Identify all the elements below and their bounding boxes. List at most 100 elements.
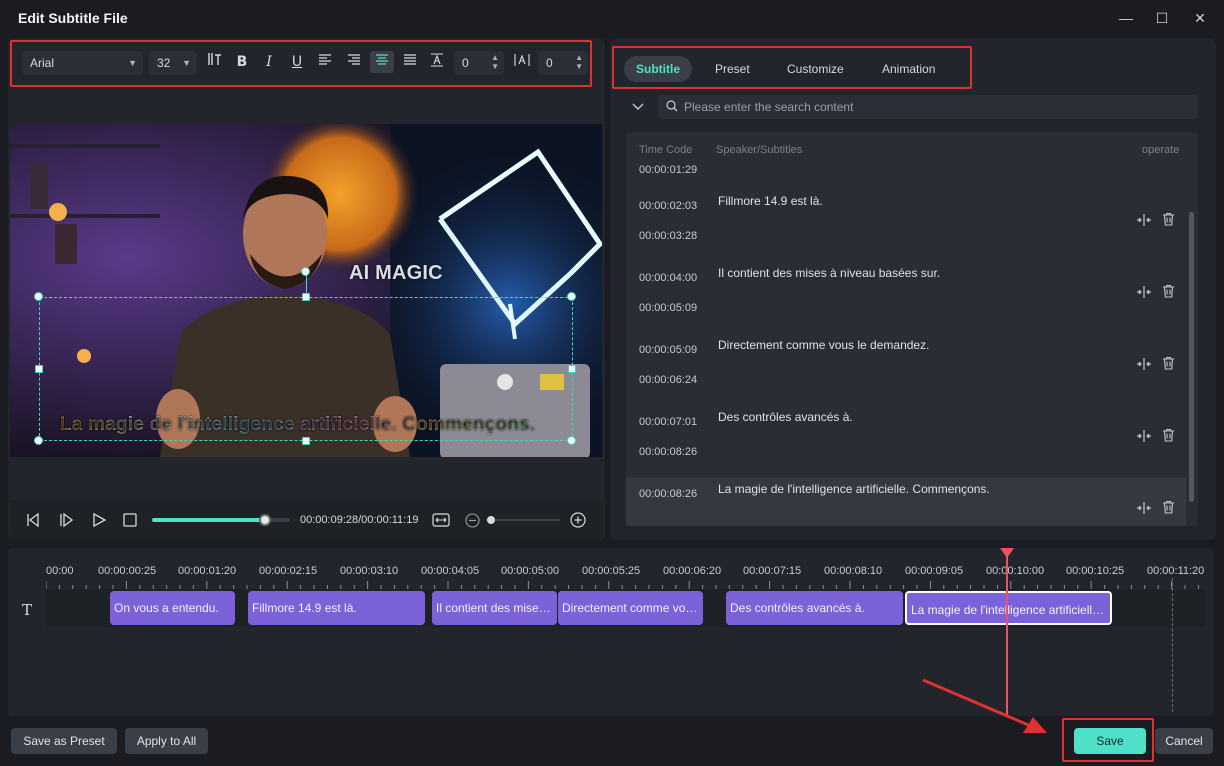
play-icon[interactable] — [91, 512, 107, 531]
row-subtitle-text[interactable]: La magie de l'intelligence artificielle.… — [718, 482, 990, 496]
underline-icon[interactable]: U — [287, 51, 307, 73]
next-frame-icon[interactable] — [58, 512, 74, 531]
subtitle-clip[interactable]: Fillmore 14.9 est là. — [248, 591, 425, 625]
align-justify-icon[interactable] — [400, 51, 420, 73]
row-start-time[interactable]: 00:00:04:00 — [639, 272, 697, 284]
tab-subtitle[interactable]: Subtitle — [624, 56, 692, 82]
bold-icon[interactable]: B — [232, 51, 252, 73]
ruler-label: 00:00:01:20 — [178, 565, 237, 577]
subtitle-clip[interactable]: On vous a entendu. — [110, 591, 235, 625]
row-start-time[interactable]: 00:00:08:26 — [639, 488, 697, 500]
ruler-label: 00:00 — [46, 565, 74, 577]
delete-icon[interactable] — [1162, 428, 1175, 445]
stop-icon[interactable] — [123, 513, 137, 530]
split-icon[interactable] — [1136, 213, 1152, 230]
minimize-button[interactable]: — — [1115, 8, 1137, 28]
subtitle-clip[interactable]: La magie de l'intelligence artificielle.… — [905, 591, 1112, 625]
row-start-time[interactable]: 00:00:05:09 — [639, 344, 697, 356]
playhead-handle[interactable] — [1000, 548, 1014, 558]
subtitle-row[interactable]: 00:00:05:09 00:00:06:24 Directement comme … — [626, 334, 1186, 406]
resize-handle-bottom[interactable] — [302, 437, 310, 445]
resize-handle-tl[interactable] — [34, 292, 43, 301]
search-placeholder: Please enter the search content — [684, 100, 854, 114]
save-button[interactable]: Save — [1074, 728, 1146, 754]
search-input[interactable]: Please enter the search content — [658, 95, 1198, 119]
fit-screen-icon[interactable] — [432, 512, 450, 531]
row-subtitle-text[interactable]: Directement comme vous le demandez. — [718, 338, 929, 352]
end-marker — [1172, 578, 1173, 712]
text-baseline-icon[interactable] — [427, 51, 447, 73]
align-left-icon[interactable] — [315, 51, 335, 73]
subtitle-row[interactable]: 00:00:04:00 00:00:05:09 Il contient des mi… — [626, 262, 1186, 334]
stepper-icon[interactable]: ▲ ▼ — [491, 53, 499, 71]
resize-handle-right[interactable] — [568, 365, 576, 373]
subtitle-preview-text[interactable]: La magie de l'intelligence artificielle.… — [60, 414, 535, 436]
overlay-title-text: AI MAGIC — [349, 262, 443, 284]
maximize-button[interactable]: ☐ — [1151, 8, 1173, 28]
row-start-time[interactable]: 00:00:02:03 — [639, 200, 697, 212]
split-icon[interactable] — [1136, 285, 1152, 302]
delete-icon[interactable] — [1162, 284, 1175, 301]
letter-spacing-input[interactable]: 0 ▲ ▼ — [454, 51, 504, 75]
subtitle-row[interactable]: 00:00:07:01 00:00:08:26 Des contrôles avan… — [626, 406, 1186, 478]
ruler-label: 00:00:11:20 — [1147, 565, 1205, 577]
zoom-out-icon[interactable] — [465, 513, 480, 531]
split-icon[interactable] — [1136, 501, 1152, 518]
chevron-down-icon: ▼ — [182, 58, 191, 68]
subtitle-clip[interactable]: Il contient des mises à niveau basées su… — [432, 591, 557, 625]
prev-frame-icon[interactable] — [25, 512, 41, 531]
row-end-time[interactable]: 00:00:03:28 — [639, 230, 697, 242]
table-scrollbar[interactable] — [1189, 212, 1194, 502]
resize-handle-tr[interactable] — [567, 292, 576, 301]
subtitle-clip[interactable]: Des contrôles avancés à. — [726, 591, 903, 625]
align-center-icon[interactable] — [370, 51, 394, 73]
text-spacing-icon[interactable] — [205, 51, 225, 73]
align-right-icon[interactable] — [344, 51, 364, 73]
font-family-select[interactable]: Arial ▼ — [22, 51, 143, 75]
cancel-button[interactable]: Cancel — [1155, 728, 1213, 754]
tab-preset[interactable]: Preset — [703, 56, 762, 82]
delete-icon[interactable] — [1162, 500, 1175, 517]
header-operate: operate — [1142, 144, 1180, 156]
font-size-select[interactable]: 32 ▼ — [149, 51, 197, 75]
title-bar — [0, 0, 1224, 36]
delete-icon[interactable] — [1162, 356, 1175, 373]
subtitle-row[interactable]: 00:00:02:03 00:00:03:28 Fillmore 14.9 est … — [626, 190, 1186, 262]
subtitle-row[interactable]: 00:00:08:26 La magie de l'intelligence ar… — [626, 478, 1186, 526]
resize-handle-bl[interactable] — [34, 436, 43, 445]
tab-customize[interactable]: Customize — [775, 56, 856, 82]
tab-animation[interactable]: Animation — [870, 56, 947, 82]
header-time-code: Time Code — [639, 144, 693, 156]
ruler-label: 00:00:10:00 — [986, 565, 1045, 577]
zoom-in-icon[interactable] — [570, 512, 586, 531]
line-spacing-input[interactable]: 0 ▲ ▼ — [538, 51, 588, 75]
italic-icon[interactable]: I — [259, 51, 279, 73]
delete-icon[interactable] — [1162, 212, 1175, 229]
stepper-icon[interactable]: ▲ ▼ — [575, 53, 583, 71]
resize-handle-br[interactable] — [567, 436, 576, 445]
rotate-handle[interactable] — [301, 267, 310, 276]
save-as-preset-button[interactable]: Save as Preset — [11, 728, 117, 754]
resize-handle-top[interactable] — [302, 293, 310, 301]
ruler-label: 00:00:02:15 — [259, 565, 318, 577]
line-height-icon[interactable] — [512, 51, 532, 73]
split-icon[interactable] — [1136, 357, 1152, 374]
row-end-time[interactable]: 00:00:08:26 — [639, 446, 697, 458]
close-button[interactable]: ✕ — [1189, 8, 1211, 28]
text-track-icon: T — [22, 601, 33, 619]
row-subtitle-text[interactable]: Des contrôles avancés à. — [718, 410, 853, 424]
row-subtitle-text[interactable]: Fillmore 14.9 est là. — [718, 194, 823, 208]
resize-handle-left[interactable] — [35, 365, 43, 373]
subtitle-table: Time Code Speaker/Subtitles operate 00:0… — [626, 132, 1198, 526]
split-icon[interactable] — [1136, 429, 1152, 446]
subtitle-clip[interactable]: Directement comme vous le demandez. — [558, 591, 703, 625]
zoom-slider-track[interactable] — [486, 519, 560, 521]
zoom-slider-handle[interactable] — [487, 516, 495, 524]
row-subtitle-text[interactable]: Il contient des mises à niveau basées su… — [718, 266, 940, 280]
row-start-time[interactable]: 00:00:07:01 — [639, 416, 697, 428]
row-end-time[interactable]: 00:00:06:24 — [639, 374, 697, 386]
collapse-chevron-icon[interactable] — [631, 100, 645, 117]
partial-row-end-time[interactable]: 00:00:01:29 — [639, 164, 697, 176]
apply-to-all-button[interactable]: Apply to All — [125, 728, 208, 754]
row-end-time[interactable]: 00:00:05:09 — [639, 302, 697, 314]
